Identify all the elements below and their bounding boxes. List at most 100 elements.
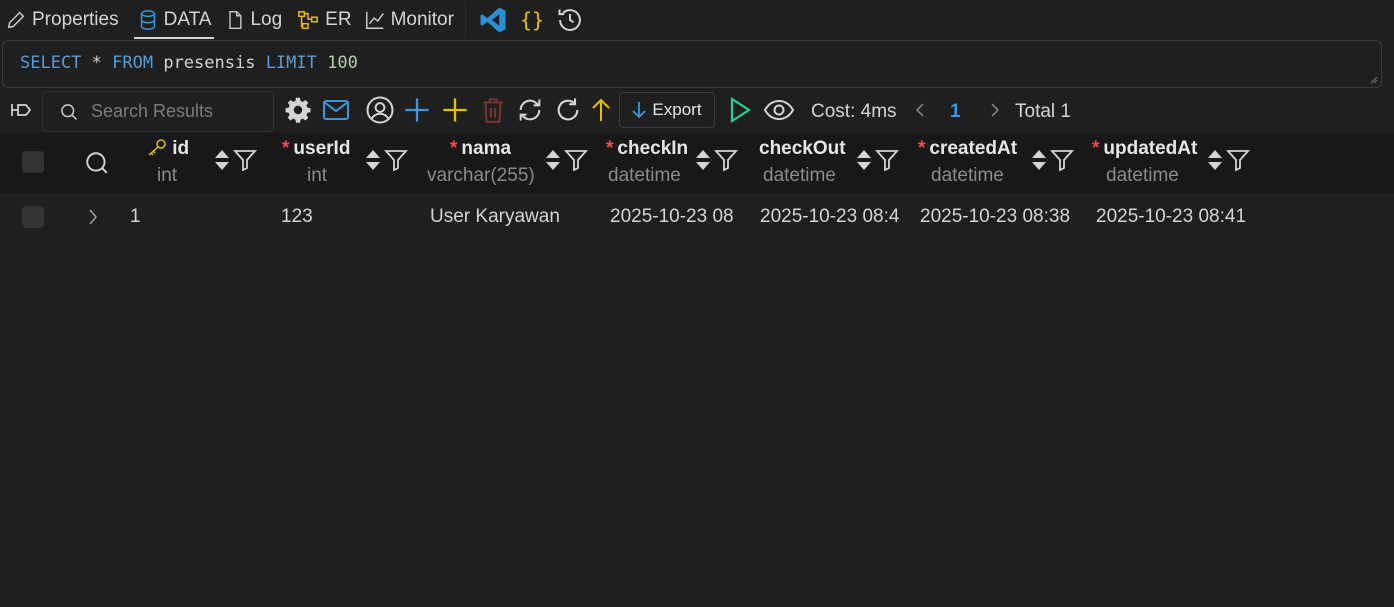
search-icon (86, 152, 108, 174)
cell-id[interactable]: 1 (130, 206, 270, 228)
page-number[interactable]: 1 (950, 88, 961, 136)
filter-icon[interactable] (1050, 149, 1074, 171)
play-icon (730, 96, 752, 124)
cell-updatedat[interactable]: 2025-10-23 08:41 (1096, 206, 1264, 228)
chevron-left-icon (915, 103, 924, 117)
column-search-button[interactable] (82, 133, 112, 193)
settings-button[interactable] (283, 88, 313, 132)
column-header-checkin[interactable]: * checkIn datetime (606, 133, 746, 193)
trash-icon (483, 98, 503, 123)
user-button[interactable] (364, 88, 396, 132)
filter-icon[interactable] (714, 149, 738, 171)
delete-row-button[interactable] (478, 88, 508, 132)
column-name-wrap: * createdAt (918, 138, 1028, 160)
cell-createdat[interactable]: 2025-10-23 08:38 (920, 206, 1088, 228)
tab-label: DATA (163, 9, 212, 30)
sort-icon[interactable] (544, 147, 562, 173)
key-icon (148, 139, 166, 156)
tab-label: Log (250, 9, 283, 30)
sql-limit-value: 100 (316, 53, 358, 73)
refresh-button[interactable] (553, 88, 583, 132)
column-header-checkout[interactable]: checkOut datetime (759, 133, 909, 193)
next-page-button[interactable] (985, 88, 1005, 132)
sql-star: * (81, 53, 113, 73)
sort-icon[interactable] (855, 147, 873, 173)
column-type: datetime (1106, 165, 1179, 186)
plus-icon (405, 98, 429, 122)
row-checkbox[interactable] (22, 206, 44, 228)
prev-page-button[interactable] (910, 88, 930, 132)
column-name: id (172, 138, 190, 159)
tab-properties[interactable]: Properties (0, 0, 124, 40)
view-button[interactable] (762, 88, 796, 132)
filter-icon[interactable] (875, 149, 899, 171)
tab-er[interactable]: ER (291, 0, 356, 40)
filter-icon[interactable] (1226, 149, 1250, 171)
column-type: datetime (608, 165, 681, 186)
plus-icon (443, 98, 467, 122)
tab-divider (464, 1, 466, 39)
run-query-button[interactable] (726, 88, 754, 132)
file-icon (229, 11, 242, 29)
sql-query-text[interactable]: SELECT * FROM presensis LIMIT 100 (20, 53, 358, 73)
sync-button[interactable] (514, 88, 546, 132)
sort-icon[interactable] (213, 147, 231, 173)
tab-monitor[interactable]: Monitor (359, 0, 459, 40)
sync-icon (519, 99, 541, 121)
column-name: nama (461, 138, 512, 159)
email-button[interactable] (320, 88, 352, 132)
filter-icon[interactable] (233, 149, 257, 171)
tab-label: ER (325, 9, 352, 30)
column-header-nama[interactable]: * nama varchar(255) (426, 133, 594, 193)
filter-icon[interactable] (384, 149, 408, 171)
export-button[interactable]: Export (619, 92, 715, 128)
column-name: userId (293, 138, 351, 159)
pin-button[interactable] (6, 88, 38, 132)
braces-icon: {} (519, 8, 545, 32)
insert-row-button[interactable] (440, 88, 470, 132)
filter-icon[interactable] (564, 149, 588, 171)
open-in-vscode-button[interactable] (472, 0, 514, 40)
column-name: checkOut (759, 138, 846, 159)
sort-icon[interactable] (1030, 147, 1048, 173)
column-header-updatedat[interactable]: * updatedAt datetime (1092, 133, 1252, 193)
sql-query-editor[interactable]: SELECT * FROM presensis LIMIT 100 (2, 40, 1382, 88)
column-header-userid[interactable]: * userId int (282, 133, 422, 193)
column-header-createdat[interactable]: * createdAt datetime (918, 133, 1078, 193)
column-header-id[interactable]: id int (145, 133, 273, 193)
column-type: int (157, 165, 178, 186)
cell-nama[interactable]: User Karyawan (430, 206, 600, 228)
search-results-box[interactable] (42, 91, 274, 132)
column-name: createdAt (929, 138, 1018, 159)
tab-data[interactable]: DATA (132, 0, 217, 40)
sort-icon[interactable] (694, 147, 712, 173)
history-button[interactable] (550, 0, 590, 40)
resize-grip-icon[interactable] (1370, 76, 1378, 84)
chevron-right-icon (991, 103, 1000, 117)
add-row-button[interactable] (402, 88, 432, 132)
table-row[interactable]: 1 123 User Karyawan 2025-10-23 08 2025-1… (0, 193, 1394, 241)
select-all-checkbox[interactable] (22, 151, 44, 173)
chart-line-icon (365, 11, 384, 29)
table-header: id int * userId int * nama varchar(255) * c… (0, 133, 1394, 193)
commit-button[interactable] (588, 88, 614, 132)
sort-icon[interactable] (1206, 147, 1224, 173)
column-name-wrap: * checkIn (606, 138, 694, 160)
cell-checkin[interactable]: 2025-10-23 08 (610, 206, 750, 228)
required-marker: * (606, 138, 614, 159)
pin-icon (11, 104, 32, 116)
user-circle-icon (366, 96, 394, 124)
sql-keyword-limit: LIMIT (265, 53, 317, 73)
format-json-button[interactable]: {} (514, 0, 550, 40)
refresh-icon (557, 98, 579, 121)
cell-checkout[interactable]: 2025-10-23 08:4 (760, 206, 908, 228)
column-type: int (307, 165, 328, 186)
column-name-wrap: id (147, 138, 189, 160)
sort-icon[interactable] (364, 147, 382, 173)
search-results-input[interactable] (91, 101, 261, 122)
cell-userid[interactable]: 123 (281, 206, 421, 228)
required-marker: * (450, 138, 458, 159)
chevron-right-icon[interactable] (87, 208, 99, 226)
tab-log[interactable]: Log (220, 0, 287, 40)
arrow-down-icon (632, 102, 647, 119)
